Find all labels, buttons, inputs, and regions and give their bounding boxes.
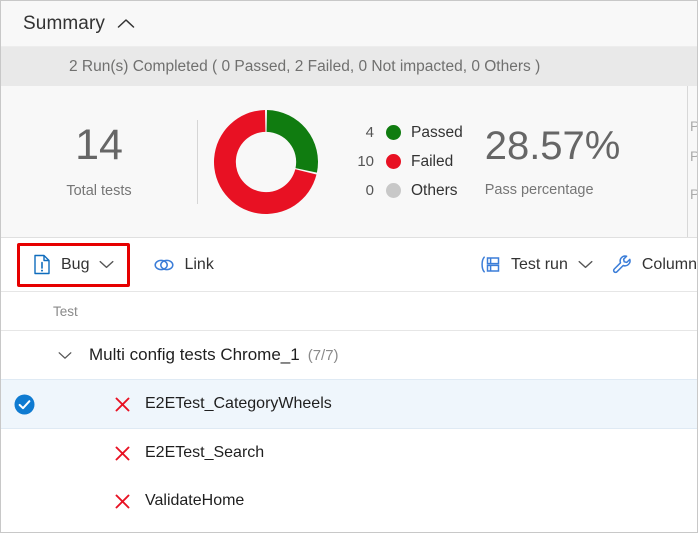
- bug-button-highlight: Bug: [17, 242, 131, 287]
- test-group-count: (7/7): [307, 346, 339, 364]
- total-tests-stat: 14 Total tests: [1, 121, 197, 200]
- test-results-summary-panel: Summary 2 Run(s) Completed ( 0 Passed, 2…: [0, 0, 698, 533]
- legend-count-failed: 10: [357, 153, 374, 170]
- page-title: Summary: [23, 12, 105, 34]
- link-button[interactable]: Link: [144, 248, 222, 282]
- table-row[interactable]: E2ETest_CategoryWheels: [1, 379, 697, 429]
- test-group-row[interactable]: Multi config tests Chrome_1 (7/7): [1, 331, 697, 379]
- legend-label-others: Others: [411, 181, 458, 199]
- run-status-text: 2 Run(s) Completed ( 0 Passed, 2 Failed,…: [69, 57, 541, 75]
- clipped-side-panel: P P P: [687, 86, 697, 237]
- pass-percentage-label: Pass percentage: [484, 181, 594, 198]
- clipped-text-top: P: [690, 118, 697, 134]
- legend-label-failed: Failed: [411, 152, 454, 170]
- legend-dot-failed-icon: [386, 154, 401, 169]
- column-header-test[interactable]: Test: [53, 304, 78, 319]
- table-header-row: Test: [1, 292, 697, 331]
- pass-percentage-value: 28.57%: [484, 123, 621, 168]
- test-run-button[interactable]: Test run: [470, 248, 602, 282]
- chevron-down-icon[interactable]: [99, 260, 114, 269]
- total-tests-label: Total tests: [66, 183, 132, 199]
- column-options-button[interactable]: Column: [602, 248, 697, 282]
- legend-item-failed: 10 Failed: [348, 152, 463, 172]
- test-run-button-label: Test run: [510, 255, 568, 273]
- pass-percentage-stat: 28.57% Pass percentage: [485, 126, 621, 198]
- toolbar-right-group: Test run Column: [470, 238, 697, 291]
- failed-x-icon: [114, 445, 131, 462]
- test-name: ValidateHome: [145, 492, 245, 509]
- legend-item-others: 0 Others: [348, 181, 463, 201]
- actions-toolbar: Bug Link Test run Column: [1, 238, 697, 292]
- test-group-name: Multi config tests Chrome_1: [89, 345, 300, 364]
- link-button-label: Link: [184, 255, 214, 273]
- test-name: E2ETest_Search: [145, 444, 265, 461]
- failed-x-icon: [114, 396, 131, 413]
- legend-label-passed: Passed: [411, 123, 463, 141]
- row-selected-checkbox[interactable]: [14, 394, 35, 415]
- bug-button[interactable]: Bug: [24, 248, 123, 282]
- outcome-donut-chart: [198, 102, 334, 222]
- table-row[interactable]: E2ETest_Search: [1, 429, 697, 477]
- clipped-text-bottom: P: [690, 186, 697, 202]
- legend-count-others: 0: [365, 182, 374, 199]
- total-tests-value: 14: [75, 121, 123, 169]
- chevron-up-icon[interactable]: [117, 18, 135, 29]
- table-row[interactable]: ValidateHome: [1, 477, 697, 525]
- test-name: E2ETest_CategoryWheels: [145, 395, 332, 412]
- group-items-icon: [479, 255, 502, 274]
- bug-button-label: Bug: [61, 255, 90, 273]
- clipped-text-mid: P: [690, 148, 697, 164]
- wrench-icon: [611, 254, 633, 275]
- chevron-down-icon[interactable]: [578, 260, 593, 269]
- bug-document-icon: [33, 254, 52, 275]
- toolbar-left-group: Bug Link: [1, 242, 223, 287]
- summary-stats-band: 14 Total tests 4 Passed 10 Failed 0 Othe…: [1, 86, 697, 238]
- summary-header[interactable]: Summary: [1, 1, 697, 47]
- failed-x-icon: [114, 493, 131, 510]
- legend-dot-passed-icon: [386, 125, 401, 140]
- donut-svg: [214, 109, 318, 214]
- link-icon: [153, 256, 175, 274]
- outcome-legend: 4 Passed 10 Failed 0 Others: [348, 123, 463, 201]
- legend-item-passed: 4 Passed: [348, 123, 463, 143]
- legend-count-passed: 4: [365, 124, 374, 141]
- run-status-strip: 2 Run(s) Completed ( 0 Passed, 2 Failed,…: [1, 47, 697, 86]
- column-options-label: Column: [641, 255, 697, 273]
- chevron-down-icon[interactable]: [58, 351, 72, 360]
- donut-slice-passed: [266, 109, 318, 173]
- legend-dot-others-icon: [386, 183, 401, 198]
